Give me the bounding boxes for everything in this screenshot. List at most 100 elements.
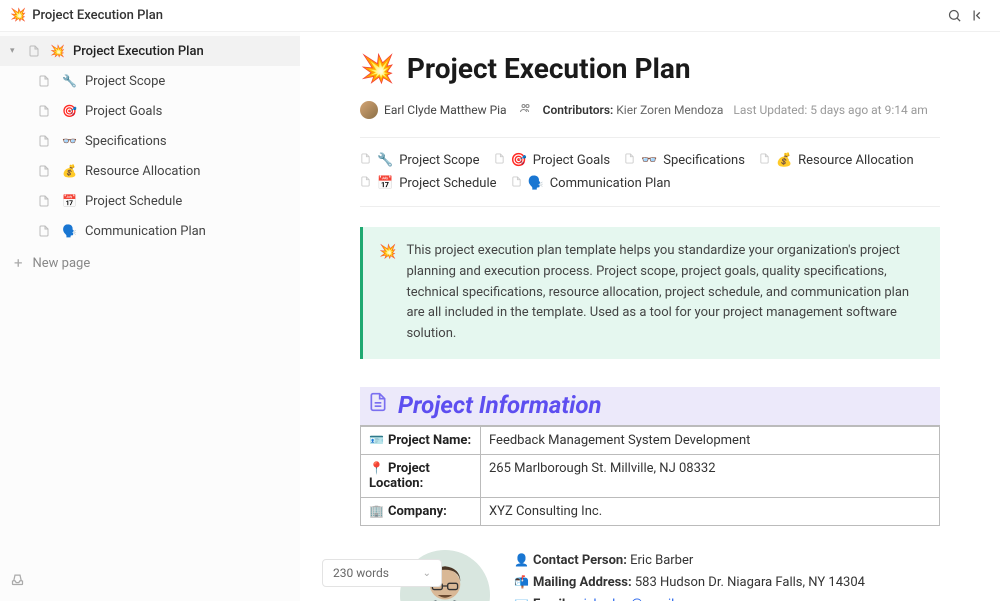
sidebar-item-project-schedule[interactable]: 📅 Project Schedule (0, 186, 300, 216)
document-icon (624, 152, 635, 169)
contributors: Contributors: Kier Zoren Mendoza (543, 103, 724, 117)
email-label: Email: (533, 597, 569, 601)
author[interactable]: Earl Clyde Matthew Pia (360, 101, 507, 119)
table-label: Project Name: (388, 433, 471, 448)
calendar-icon: 📅 (377, 176, 393, 191)
tray-icon[interactable] (10, 572, 25, 591)
collision-icon: 💥 (379, 241, 396, 345)
sidebar-item-resource-allocation[interactable]: 💰 Resource Allocation (0, 156, 300, 186)
sidebar-item-label: Communication Plan (85, 224, 206, 239)
top-bar: 💥 Project Execution Plan (0, 0, 1000, 32)
breadcrumb-title: Project Execution Plan (32, 8, 163, 23)
document-icon (38, 194, 52, 208)
money-icon: 💰 (776, 153, 792, 168)
document-icon (759, 152, 770, 169)
table-value: 265 Marlborough St. Millville, NJ 08332 (481, 454, 940, 497)
sidebar-item-communication-plan[interactable]: 🗣️ Communication Plan (0, 216, 300, 246)
quicklink-project-scope[interactable]: 🔧 Project Scope (360, 152, 480, 169)
sidebar-item-label: Specifications (85, 134, 167, 149)
quicklink-project-goals[interactable]: 🎯 Project Goals (494, 152, 611, 169)
new-page-button[interactable]: + New page (0, 246, 300, 280)
glasses-icon: 👓 (62, 134, 77, 148)
last-updated-label: Last Updated: (733, 103, 807, 117)
document-icon (360, 152, 371, 169)
calendar-icon: 📅 (62, 194, 77, 208)
quicklinks: 🔧 Project Scope 🎯 Project Goals 👓 Specif… (360, 152, 940, 192)
sidebar-item-label: Resource Allocation (85, 164, 201, 179)
contact-person-label: Contact Person: (533, 553, 627, 568)
avatar (360, 101, 378, 119)
table-value: XYZ Consulting Inc. (481, 497, 940, 525)
quicklink-communication-plan[interactable]: 🗣️ Communication Plan (511, 175, 671, 192)
document-icon (38, 104, 52, 118)
sidebar-root-label: Project Execution Plan (73, 44, 204, 59)
divider (360, 206, 940, 207)
contact-block: 👤Contact Person: Eric Barber 📬Mailing Ad… (360, 550, 940, 601)
contributors-label: Contributors: (543, 103, 614, 117)
sidebar-item-specifications[interactable]: 👓 Specifications (0, 126, 300, 156)
collision-icon: 💥 (360, 52, 395, 85)
page-meta: Earl Clyde Matthew Pia Contributors: Kie… (360, 101, 940, 119)
table-row: 📍Project Location: 265 Marlborough St. M… (361, 454, 940, 497)
chevron-down-icon: ⌄ (423, 568, 431, 579)
quicklink-specifications[interactable]: 👓 Specifications (624, 152, 745, 169)
last-updated: Last Updated: 5 days ago at 9:14 am (733, 103, 927, 117)
document-icon (38, 74, 52, 88)
table-label: Company: (388, 504, 447, 519)
speech-icon: 🗣️ (528, 176, 544, 191)
page-title: Project Execution Plan (407, 52, 691, 85)
id-card-icon: 🪪 (369, 433, 384, 447)
speech-icon: 🗣️ (62, 224, 77, 238)
quicklink-label: Resource Allocation (798, 153, 914, 168)
quicklink-resource-allocation[interactable]: 💰 Resource Allocation (759, 152, 914, 169)
section-heading: Project Information (360, 387, 940, 426)
sidebar-item-label: Project Schedule (85, 194, 182, 209)
document-icon (511, 175, 522, 192)
document-icon (494, 152, 505, 169)
search-icon[interactable] (942, 4, 966, 28)
contact-person-value: Eric Barber (630, 553, 693, 568)
sidebar-root-item[interactable]: ▾ 💥 Project Execution Plan (0, 36, 300, 66)
pin-icon: 📍 (369, 461, 384, 475)
document-icon (38, 134, 52, 148)
sidebar-item-label: Project Goals (85, 104, 162, 119)
tools-icon: 🔧 (62, 74, 77, 88)
new-page-label: New page (33, 256, 91, 271)
collapse-icon[interactable] (966, 4, 990, 28)
quicklink-label: Project Schedule (399, 176, 496, 191)
building-icon: 🏢 (369, 504, 384, 518)
caret-down-icon: ▾ (10, 46, 20, 56)
sidebar-item-label: Project Scope (85, 74, 165, 89)
person-icon: 👤 (514, 553, 529, 567)
table-row: 🏢 Company: XYZ Consulting Inc. (361, 497, 940, 525)
word-count-text: 230 words (333, 566, 389, 580)
money-icon: 💰 (62, 164, 77, 178)
sidebar-item-project-scope[interactable]: 🔧 Project Scope (0, 66, 300, 96)
glasses-icon: 👓 (641, 153, 657, 168)
breadcrumb[interactable]: 💥 Project Execution Plan (10, 8, 163, 23)
quicklink-label: Communication Plan (550, 176, 671, 191)
email-link[interactable]: ericbarber@email.com (572, 597, 703, 601)
sidebar: ▾ 💥 Project Execution Plan 🔧 Project Sco… (0, 32, 300, 601)
mailing-value: 583 Hudson Dr. Niagara Falls, NY 14304 (635, 575, 865, 590)
contact-details: 👤Contact Person: Eric Barber 📬Mailing Ad… (514, 550, 865, 601)
table-value: Feedback Management System Development (481, 426, 940, 454)
project-info-table: 🪪 Project Name: Feedback Management Syste… (360, 426, 940, 526)
sidebar-item-project-goals[interactable]: 🎯 Project Goals (0, 96, 300, 126)
main-content: 💥 Project Execution Plan Earl Clyde Matt… (300, 32, 1000, 601)
author-name: Earl Clyde Matthew Pia (384, 103, 507, 117)
document-icon (38, 224, 52, 238)
last-updated-value: 5 days ago at 9:14 am (810, 103, 927, 117)
target-icon: 🎯 (62, 104, 77, 118)
word-count-pill[interactable]: 230 words ⌄ (322, 559, 442, 587)
callout: 💥 This project execution plan template h… (360, 227, 940, 359)
email-icon: 📧 (514, 597, 529, 601)
document-icon (368, 391, 388, 418)
quicklink-label: Project Goals (533, 153, 610, 168)
quicklink-project-schedule[interactable]: 📅 Project Schedule (360, 175, 497, 192)
table-row: 🪪 Project Name: Feedback Management Syste… (361, 426, 940, 454)
plus-icon: + (14, 254, 23, 272)
mailbox-icon: 📬 (514, 575, 529, 589)
quicklink-label: Specifications (663, 153, 745, 168)
document-icon (28, 44, 42, 58)
